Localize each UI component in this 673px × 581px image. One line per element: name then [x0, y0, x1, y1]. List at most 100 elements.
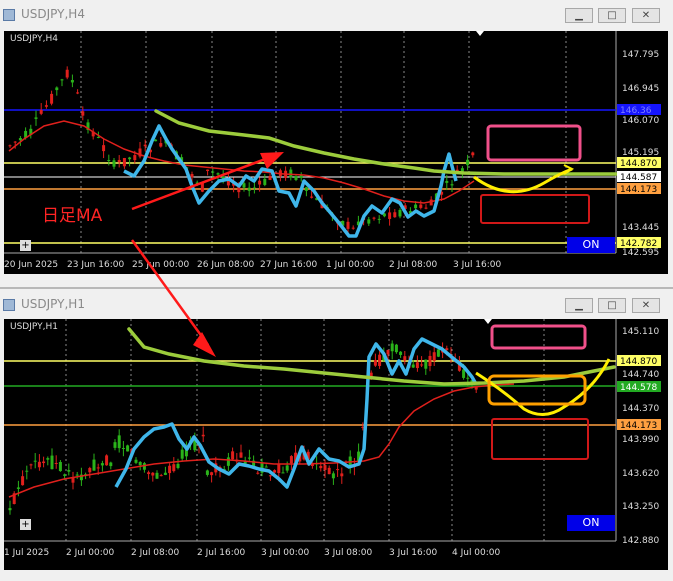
- candle-body: [122, 158, 126, 167]
- candle-body: [151, 472, 155, 476]
- candle-body: [18, 138, 22, 141]
- candle-body: [117, 435, 121, 449]
- minimize-icon[interactable]: ▁: [565, 298, 593, 313]
- candle-body: [112, 160, 116, 167]
- h1-on-button[interactable]: ON: [567, 515, 615, 531]
- candle-body: [117, 159, 121, 163]
- h4-tag-current-text: 144.587: [620, 173, 657, 183]
- candle-body: [34, 117, 38, 119]
- h4-window-title: USDJPY,H4: [21, 7, 85, 21]
- candle-body: [70, 80, 74, 83]
- candle-body: [403, 356, 407, 361]
- h4-window: USDJPY,H4 ▁ □ ✕ 日足MA 147.795 146.945 146…: [0, 0, 673, 287]
- h1-y-tick: 143.250: [622, 502, 659, 512]
- candle-body: [256, 472, 260, 474]
- h4-on-button[interactable]: ON: [567, 237, 615, 253]
- candle-body: [50, 93, 54, 104]
- h4-x-tick: 27 Jun 16:00: [260, 260, 317, 270]
- h1-crosshair-icon[interactable]: +: [20, 519, 31, 530]
- candle-body: [113, 442, 117, 448]
- candle-body: [96, 467, 100, 469]
- candle-body: [159, 143, 163, 147]
- h1-titlebar[interactable]: USDJPY,H1 ▁ □ ✕: [0, 290, 673, 320]
- candle-body: [63, 474, 67, 476]
- h4-crosshair-icon[interactable]: +: [20, 240, 31, 251]
- candle-body: [466, 377, 470, 379]
- candle-body: [239, 452, 243, 458]
- h4-chart[interactable]: 日足MA 147.795 146.945 146.070 145.195 143…: [4, 31, 668, 274]
- h4-x-tick: 20 Jun 2025: [4, 260, 58, 270]
- candle-body: [319, 465, 323, 469]
- candle-body: [432, 352, 436, 361]
- candle-body: [388, 212, 392, 219]
- candle-body: [424, 359, 428, 369]
- candle-body: [462, 369, 466, 378]
- h4-x-tick: 2 Jul 08:00: [389, 260, 438, 270]
- candle-body: [268, 475, 272, 477]
- candle-body: [216, 173, 220, 175]
- candle-body: [126, 445, 130, 452]
- h1-x-tick: 3 Jul 08:00: [324, 548, 373, 558]
- h4-titlebar[interactable]: USDJPY,H4 ▁ □ ✕: [0, 0, 673, 30]
- candle-body: [205, 470, 209, 475]
- candle-body: [206, 169, 210, 172]
- candle-body: [211, 171, 215, 173]
- candle-body: [310, 196, 314, 198]
- close-icon[interactable]: ✕: [632, 298, 660, 313]
- candle-body: [258, 180, 262, 185]
- candle-body: [121, 447, 125, 449]
- candle-body: [172, 464, 176, 472]
- h4-y-tick: 145.195: [622, 148, 659, 158]
- restore-icon[interactable]: □: [598, 298, 626, 313]
- h1-x-tick: 2 Jul 08:00: [131, 548, 180, 558]
- candle-body: [466, 159, 470, 166]
- h4-x-tick: 26 Jun 08:00: [197, 260, 254, 270]
- h4-y-tick: 147.795: [622, 50, 659, 60]
- candle-body: [226, 457, 230, 466]
- h1-chart[interactable]: 145.110 144.740 144.370 143.990 143.620 …: [4, 319, 668, 570]
- candle-body: [58, 462, 62, 472]
- h1-x-tick: 3 Jul 00:00: [261, 548, 310, 558]
- h1-chart-svg: 145.110 144.740 144.370 143.990 143.620 …: [4, 319, 661, 558]
- close-icon[interactable]: ✕: [632, 8, 660, 23]
- candle-body: [411, 364, 415, 368]
- h1-window: USDJPY,H1 ▁ □ ✕ 145.110 144.740 144.370 …: [0, 290, 673, 581]
- candle-body: [346, 221, 350, 229]
- h4-x-tick-labels: 20 Jun 2025 23 Jun 16:00 25 Jun 00:00 26…: [4, 260, 502, 270]
- candle-body: [50, 455, 54, 470]
- candle-body: [393, 212, 397, 218]
- candle-body: [8, 508, 12, 511]
- restore-icon[interactable]: □: [598, 8, 626, 23]
- candle-body: [231, 451, 235, 460]
- candle-body: [367, 219, 371, 224]
- candle-body: [285, 465, 289, 471]
- candle-body: [445, 348, 449, 350]
- candle-body: [154, 139, 158, 142]
- h1-x-tick: 4 Jul 00:00: [452, 548, 501, 558]
- h4-y-tick: 143.445: [622, 223, 659, 233]
- candle-body: [16, 487, 20, 489]
- candle-body: [143, 144, 147, 147]
- h1-x-tick: 2 Jul 16:00: [197, 548, 246, 558]
- candle-body: [419, 204, 423, 208]
- h1-tag-green-text: 144.578: [620, 383, 657, 393]
- h1-tag-orange-text: 144.173: [620, 421, 657, 431]
- h1-y-tick: 145.110: [622, 327, 659, 337]
- minimize-icon[interactable]: ▁: [565, 8, 593, 23]
- candle-body: [21, 476, 25, 486]
- candle-body: [263, 178, 267, 185]
- h4-tag-blue-text: 146.36: [620, 106, 652, 116]
- candle-body: [190, 174, 194, 178]
- candle-body: [351, 227, 355, 229]
- candle-body: [436, 349, 440, 357]
- candle-body: [390, 343, 394, 352]
- candle-body: [42, 461, 46, 464]
- h1-y-tick: 144.740: [622, 370, 659, 380]
- candle-body: [201, 434, 205, 437]
- candle-body: [394, 344, 398, 353]
- h4-blue-trace: [123, 124, 458, 238]
- candle-body: [445, 180, 449, 183]
- candle-body: [134, 459, 138, 463]
- candle-body: [415, 362, 419, 369]
- candle-body: [460, 168, 464, 172]
